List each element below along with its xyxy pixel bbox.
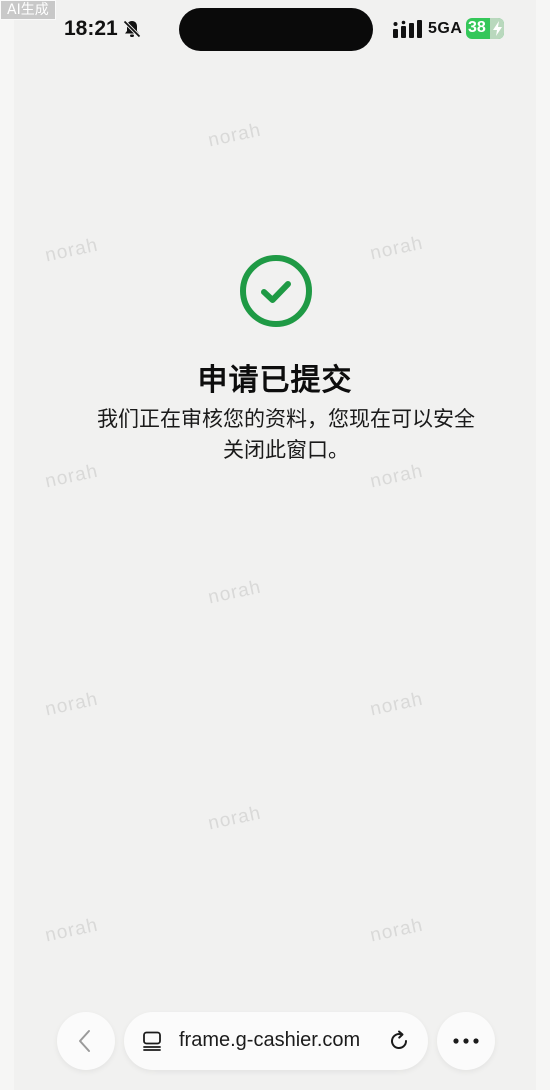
more-options-button[interactable] bbox=[437, 1012, 495, 1070]
back-button[interactable] bbox=[57, 1012, 115, 1070]
watermark: norah bbox=[206, 576, 264, 609]
watermark: norah bbox=[43, 460, 101, 493]
status-message: 我们正在审核您的资料，您现在可以安全关闭此窗口。 bbox=[97, 407, 475, 462]
watermark: norah bbox=[368, 232, 426, 265]
url-text[interactable]: frame.g-cashier.com bbox=[179, 1029, 360, 1052]
watermark: norah bbox=[43, 914, 101, 947]
status-time: 18:21 bbox=[64, 17, 118, 40]
watermark: norah bbox=[43, 234, 101, 267]
ai-generated-tag: AI生成 bbox=[0, 0, 56, 20]
reload-icon[interactable] bbox=[388, 1030, 410, 1052]
chevron-left-icon bbox=[79, 1030, 90, 1052]
watermark: norah bbox=[368, 914, 426, 947]
bell-slash-icon bbox=[123, 20, 141, 38]
success-check-icon bbox=[240, 255, 312, 327]
watermark: norah bbox=[368, 688, 426, 721]
network-type: 5GA bbox=[428, 20, 463, 37]
address-bar[interactable]: frame.g-cashier.com bbox=[124, 1012, 428, 1070]
charging-bolt-icon bbox=[493, 21, 502, 36]
watermark: norah bbox=[206, 119, 264, 152]
phone-screen: norah norah norah norah norah norah nora… bbox=[0, 0, 550, 1090]
screen-edge-left bbox=[0, 0, 14, 1090]
battery-indicator: 38 bbox=[466, 18, 504, 39]
ellipsis-icon bbox=[453, 1038, 479, 1044]
battery-level: 38 bbox=[468, 19, 486, 36]
watermark: norah bbox=[206, 802, 264, 835]
signal-icon bbox=[393, 20, 422, 38]
dynamic-island bbox=[179, 8, 373, 51]
page-settings-icon[interactable] bbox=[142, 1031, 162, 1051]
page-title: 申请已提交 bbox=[197, 363, 353, 398]
watermark: norah bbox=[43, 688, 101, 721]
screen-edge-right bbox=[536, 0, 550, 1090]
